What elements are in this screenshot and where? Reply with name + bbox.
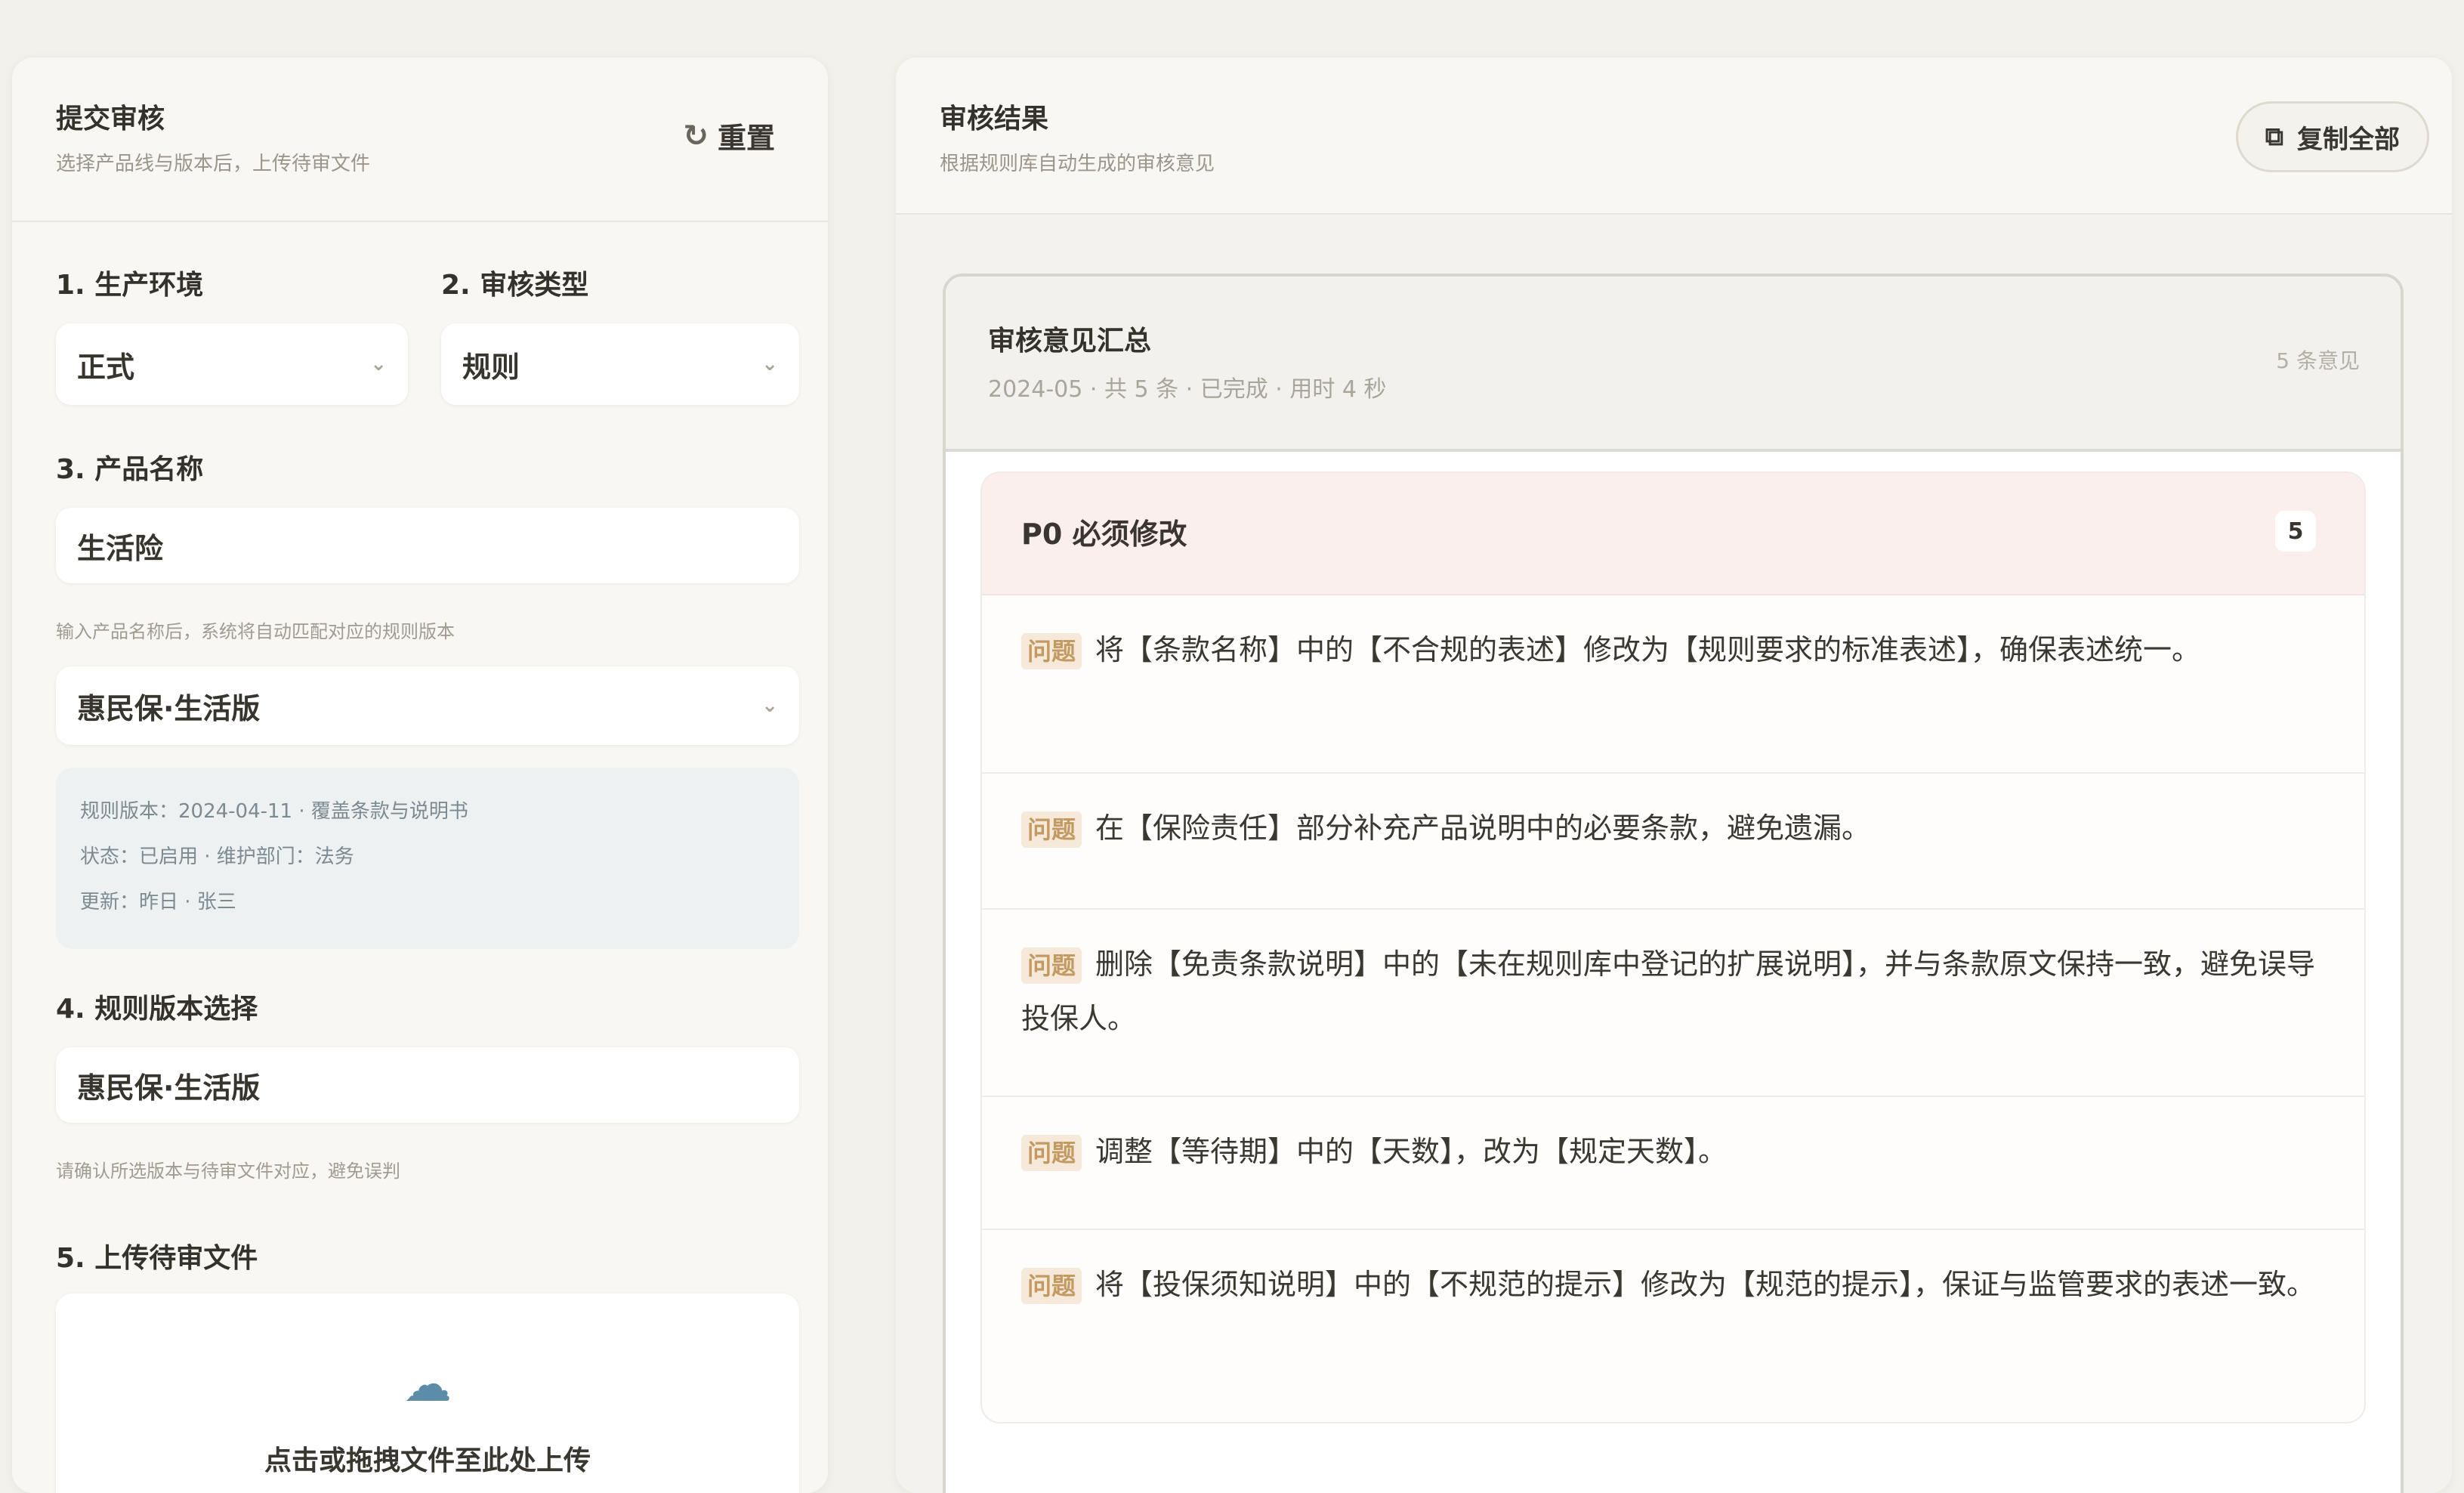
- issue-item: 问题 将【投保须知说明】中的【不规范的提示】修改为【规范的提示】，保证与监管要求的…: [982, 1230, 2364, 1414]
- submit-panel-header: 提交审核 选择产品线与版本后，上传待审文件 ↻ 重置: [12, 57, 828, 222]
- submit-panel: 提交审核 选择产品线与版本后，上传待审文件 ↻ 重置 1. 生产环境 正式 ⌄ …: [12, 57, 828, 1493]
- chevron-down-icon: ⌄: [761, 694, 778, 717]
- review-type-select[interactable]: 规则 ⌄: [441, 323, 799, 405]
- issue-text: 在【保险责任】部分补充产品说明中的必要条款，避免遗漏。: [1095, 811, 1871, 845]
- submit-panel-title: 提交审核: [56, 104, 165, 134]
- rule-version-hint: 请确认所选版本与待审文件对应，避免误判: [56, 1161, 400, 1182]
- issue-tag: 问题: [1021, 633, 1082, 669]
- copy-all-button[interactable]: ⧉ 复制全部: [2235, 101, 2429, 172]
- environment-label: 1. 生产环境: [56, 270, 204, 301]
- product-name-input-value: 生活险: [77, 531, 164, 565]
- issue-item: 问题 在【保险责任】部分补充产品说明中的必要条款，避免遗漏。: [982, 774, 2364, 910]
- issue-text: 将【投保须知说明】中的【不规范的提示】修改为【规范的提示】，保证与监管要求的表述…: [1095, 1268, 2316, 1301]
- issue-item: 问题 调整【等待期】中的【天数】，改为【规定天数】。: [982, 1097, 2364, 1230]
- product-name-label: 3. 产品名称: [56, 454, 204, 485]
- issue-tag: 问题: [1021, 947, 1082, 984]
- issue-text: 调整【等待期】中的【天数】，改为【规定天数】。: [1095, 1135, 1728, 1168]
- result-panel-title: 审核结果: [940, 104, 1049, 134]
- rule-version-input-value: 惠民保·生活版: [77, 1071, 261, 1105]
- product-select-value: 惠民保·生活版: [77, 691, 261, 725]
- review-type-select-value: 规则: [462, 350, 520, 384]
- upload-label: 5. 上传待审文件: [56, 1243, 258, 1274]
- issue-group-title: P0 必须修改: [1021, 518, 1187, 551]
- report-meta: 2024-05 · 共 5 条 · 已完成 · 用时 4 秒: [988, 376, 1387, 403]
- report-card: 审核意见汇总 2024-05 · 共 5 条 · 已完成 · 用时 4 秒 5 …: [943, 274, 2404, 1493]
- upload-dropzone[interactable]: ☁ 点击或拖拽文件至此处上传: [56, 1294, 799, 1493]
- copy-all-button-label: 复制全部: [2297, 124, 2400, 155]
- review-type-label: 2. 审核类型: [441, 270, 589, 301]
- report-title: 审核意见汇总: [988, 326, 1152, 357]
- report-count: 5 条意见: [2276, 348, 2360, 373]
- rule-info-line: 规则版本：2024-04-11 · 覆盖条款与说明书: [80, 800, 468, 823]
- submit-panel-subtitle: 选择产品线与版本后，上传待审文件: [56, 153, 371, 175]
- result-panel-subtitle: 根据规则库自动生成的审核意见: [940, 153, 1215, 175]
- issue-group-count-badge: 5: [2275, 511, 2316, 552]
- refresh-icon: ↻: [683, 118, 709, 153]
- issue-group-header[interactable]: P0 必须修改 5: [982, 473, 2364, 595]
- rule-info-box: 规则版本：2024-04-11 · 覆盖条款与说明书 状态：已启用 · 维护部门…: [56, 768, 799, 949]
- issue-group-p0: P0 必须修改 5 问题 将【条款名称】中的【不合规的表述】修改为【规则要求的标准…: [980, 471, 2366, 1423]
- reset-button[interactable]: ↻ 重置: [683, 115, 775, 156]
- rule-version-input[interactable]: 惠民保·生活版: [56, 1047, 799, 1123]
- product-name-input[interactable]: 生活险: [56, 508, 799, 583]
- chevron-down-icon: ⌄: [761, 353, 778, 376]
- product-select[interactable]: 惠民保·生活版 ⌄: [56, 666, 799, 745]
- issue-tag: 问题: [1021, 811, 1082, 848]
- rule-info-line: 更新：昨日 · 张三: [80, 891, 236, 913]
- upload-text: 点击或拖拽文件至此处上传: [264, 1445, 591, 1476]
- reset-button-label: 重置: [717, 122, 775, 155]
- product-name-hint: 输入产品名称后，系统将自动匹配对应的规则版本: [56, 621, 455, 642]
- result-panel-header: 审核结果 根据规则库自动生成的审核意见 ⧉ 复制全部: [896, 57, 2452, 215]
- environment-select[interactable]: 正式 ⌄: [56, 323, 408, 405]
- cloud-upload-icon: ☁: [403, 1357, 452, 1413]
- issue-text: 删除【免责条款说明】中的【未在规则库中登记的扩展说明】，并与条款原文保持一致，避…: [1021, 947, 2316, 1035]
- rule-info-line: 状态：已启用 · 维护部门：法务: [80, 845, 354, 868]
- rule-version-label: 4. 规则版本选择: [56, 994, 258, 1025]
- report-header: 审核意见汇总 2024-05 · 共 5 条 · 已完成 · 用时 4 秒 5 …: [946, 277, 2401, 452]
- issue-tag: 问题: [1021, 1135, 1082, 1171]
- result-panel: 审核结果 根据规则库自动生成的审核意见 ⧉ 复制全部 审核意见汇总 2024-0…: [896, 57, 2452, 1493]
- issue-tag: 问题: [1021, 1268, 1082, 1304]
- issue-item: 问题 删除【免责条款说明】中的【未在规则库中登记的扩展说明】，并与条款原文保持一致…: [982, 910, 2364, 1097]
- issue-text: 将【条款名称】中的【不合规的表述】修改为【规则要求的标准表述】，确保表述统一。: [1095, 633, 2201, 666]
- issue-item: 问题 将【条款名称】中的【不合规的表述】修改为【规则要求的标准表述】，确保表述统一…: [982, 595, 2364, 774]
- chevron-down-icon: ⌄: [370, 353, 387, 376]
- copy-icon: ⧉: [2265, 122, 2283, 152]
- environment-select-value: 正式: [77, 350, 135, 384]
